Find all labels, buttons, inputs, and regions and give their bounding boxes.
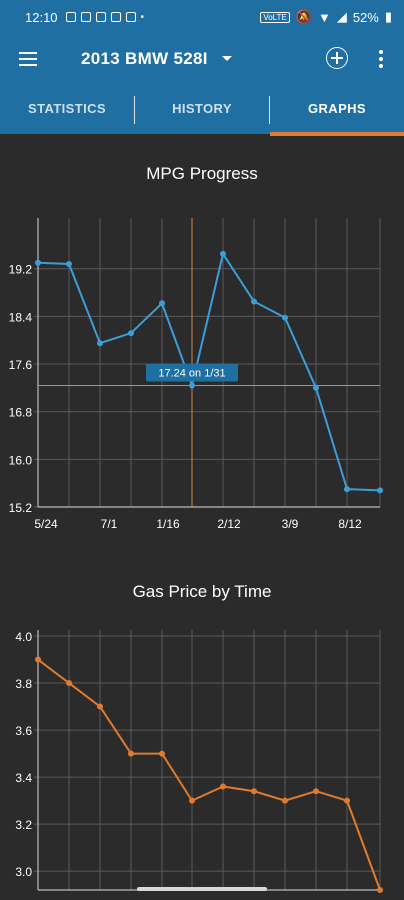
- data-point: [282, 797, 288, 804]
- data-point: [220, 783, 226, 790]
- cloud-icon: [80, 12, 91, 22]
- news-icon: [125, 12, 136, 22]
- y-tick-label: 3.2: [15, 818, 32, 832]
- data-point: [189, 382, 195, 389]
- mail-icon: [110, 12, 121, 22]
- y-tick-label: 3.0: [15, 865, 32, 879]
- x-tick-label: 8/12: [338, 517, 362, 531]
- x-tick-label: 7/1: [101, 517, 118, 531]
- data-point: [159, 750, 165, 757]
- battery-level: 52%: [352, 9, 379, 25]
- y-tick-label: 16.8: [9, 406, 33, 420]
- gesture-nav-handle[interactable]: [137, 887, 267, 891]
- y-tick-label: 3.4: [15, 771, 32, 785]
- notification-icons: •: [65, 11, 145, 23]
- data-point: [251, 788, 257, 795]
- status-bar: 12:10 • VoLTE 🔕 ▼ ◢ 52% ▮: [0, 0, 404, 34]
- data-point: [251, 298, 257, 305]
- x-tick-label: 3/9: [282, 517, 299, 531]
- hamburger-menu-icon[interactable]: [19, 52, 37, 66]
- y-tick-label: 19.2: [9, 263, 33, 277]
- y-tick-label: 15.2: [9, 501, 33, 515]
- data-point: [97, 340, 103, 347]
- y-tick-label: 3.8: [15, 677, 32, 691]
- tab-statistics[interactable]: STATISTICS: [0, 86, 134, 134]
- data-point: [377, 487, 383, 494]
- data-point: [189, 797, 195, 804]
- data-point: [66, 260, 72, 267]
- tooltip-label: 17.24 on 1/31: [158, 367, 225, 379]
- status-time: 12:10: [25, 9, 58, 25]
- overflow-menu-icon[interactable]: [379, 50, 383, 71]
- data-point: [97, 703, 103, 710]
- flipboard-icon: [65, 12, 76, 22]
- play-icon: [95, 12, 106, 22]
- data-point: [282, 314, 288, 321]
- data-point: [66, 680, 72, 687]
- data-point: [344, 797, 350, 804]
- mpg-chart-title: MPG Progress: [146, 164, 258, 183]
- data-point: [35, 259, 41, 266]
- battery-icon: ▮: [384, 9, 392, 24]
- data-point: [377, 887, 383, 893]
- volte-badge: VoLTE: [260, 11, 290, 23]
- data-point: [313, 384, 319, 391]
- tab-graphs[interactable]: GRAPHS: [270, 86, 404, 136]
- x-tick-label: 5/24: [34, 517, 58, 531]
- x-tick-label: 2/12: [217, 517, 241, 531]
- y-tick-label: 18.4: [9, 310, 33, 324]
- y-tick-label: 3.6: [15, 724, 32, 738]
- data-point: [128, 330, 134, 337]
- y-tick-label: 17.6: [9, 358, 33, 372]
- tab-history[interactable]: HISTORY: [135, 86, 269, 134]
- data-point: [35, 656, 41, 663]
- data-point: [128, 750, 134, 757]
- data-point: [159, 300, 165, 307]
- y-tick-label: 16.0: [9, 453, 33, 467]
- data-point: [313, 788, 319, 795]
- mpg-progress-chart[interactable]: 19.2 18.4 17.6 16.8 16.0 15.25/24 7/1 1/16 2/12 3…: [0, 210, 404, 540]
- gas-chart-title: Gas Price by Time: [132, 582, 272, 601]
- wifi-icon: ▼: [317, 9, 331, 25]
- mute-icon: 🔕: [295, 9, 312, 24]
- y-tick-label: 4.0: [15, 630, 32, 644]
- vehicle-title[interactable]: 2013 BMW 528I: [81, 49, 208, 69]
- data-point: [220, 250, 226, 257]
- gas-price-chart[interactable]: 4.0 3.8 3.6 3.4 3.2 3.0: [0, 620, 404, 900]
- series-line: [37, 658, 381, 891]
- app-bar: 2013 BMW 528I: [0, 34, 404, 86]
- data-point: [344, 486, 350, 493]
- add-entry-icon[interactable]: [326, 47, 348, 69]
- vehicle-dropdown-icon[interactable]: [222, 56, 232, 61]
- dot-icon: •: [140, 11, 145, 23]
- signal-icon: ◢: [336, 9, 347, 24]
- tab-bar: STATISTICS HISTORY GRAPHS: [0, 86, 404, 136]
- x-tick-label: 1/16: [156, 517, 180, 531]
